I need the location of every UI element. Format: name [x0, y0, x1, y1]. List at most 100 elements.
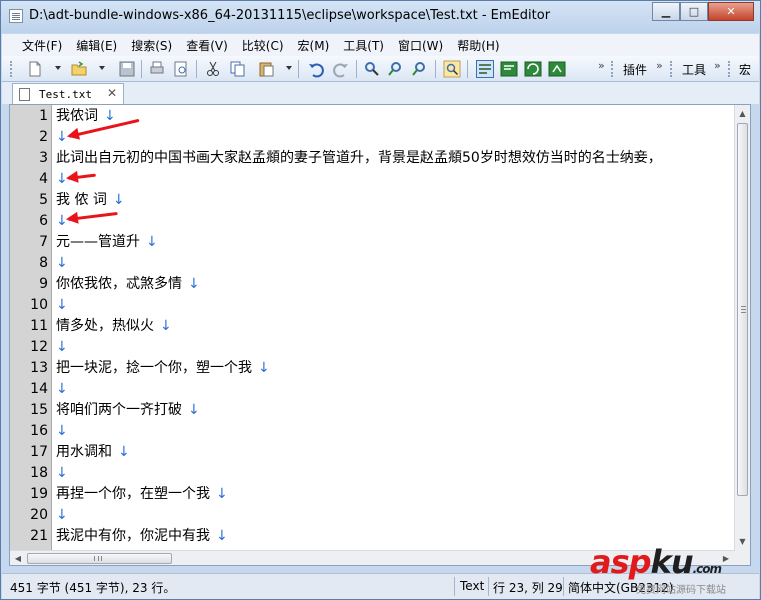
- newline-mark-icon: ↓: [112, 192, 125, 208]
- status-cursor-position[interactable]: 行 23, 列 29: [493, 579, 563, 596]
- find-icon[interactable]: [363, 60, 381, 78]
- toolbar-separator: [435, 60, 436, 78]
- menu-macros[interactable]: 宏(M): [298, 37, 330, 54]
- new-file-icon[interactable]: [26, 60, 44, 78]
- wrap-by-window-icon[interactable]: [500, 60, 518, 78]
- status-summary: 451 字节 (451 字节), 23 行。: [10, 581, 176, 595]
- text-line[interactable]: 我侬词 ↓: [56, 106, 116, 127]
- outline-view-icon[interactable]: [548, 60, 566, 78]
- text-line[interactable]: 你侬我侬，忒煞多情 ↓: [56, 274, 200, 295]
- toolbar-separator: [467, 60, 468, 78]
- text-line[interactable]: ↓: [56, 463, 68, 484]
- toolbar-grip[interactable]: [728, 61, 731, 77]
- word-wrap-icon[interactable]: [476, 60, 494, 78]
- text-line[interactable]: ↓: [56, 379, 68, 400]
- text-line[interactable]: ↓: [56, 505, 68, 526]
- line-text: 把一块泥，捻一个你，塑一个我: [56, 360, 252, 376]
- paste-icon[interactable]: [257, 60, 275, 78]
- redo-icon[interactable]: [332, 60, 350, 78]
- text-line[interactable]: 将咱们两个一齐打破 ↓: [56, 400, 200, 421]
- text-line[interactable]: 元——管道升 ↓: [56, 232, 158, 253]
- tab-close-icon[interactable]: ✕: [107, 86, 117, 100]
- toolbar-overflow-icon[interactable]: »: [714, 59, 721, 72]
- vertical-scrollbar[interactable]: ▲ ▼: [734, 105, 750, 550]
- watermark-tagline: 免费网站源码下载站: [636, 585, 726, 596]
- toolbar-grip[interactable]: [611, 61, 614, 77]
- vertical-scroll-thumb[interactable]: [737, 123, 748, 496]
- wrap-by-page-icon[interactable]: [524, 60, 542, 78]
- newline-mark-icon: ↓: [56, 507, 68, 523]
- line-number: 5: [39, 192, 48, 208]
- emeditor-app-icon[interactable]: [9, 9, 23, 23]
- highlight-search-icon[interactable]: [443, 60, 461, 78]
- line-number: 3: [39, 150, 48, 166]
- paste-dropdown-icon[interactable]: [286, 66, 292, 70]
- menu-search[interactable]: 搜索(S): [131, 37, 172, 54]
- newline-mark-icon: ↓: [56, 381, 68, 397]
- minimize-button[interactable]: ▁: [652, 2, 680, 21]
- text-line[interactable]: 用水调和 ↓: [56, 442, 130, 463]
- toolbar-overflow-icon[interactable]: »: [656, 59, 663, 72]
- save-icon[interactable]: [118, 60, 136, 78]
- find-previous-icon[interactable]: [411, 60, 429, 78]
- plugins-toolbar-label[interactable]: 插件: [623, 61, 647, 78]
- text-line[interactable]: ↓: [56, 421, 68, 442]
- text-editor[interactable]: 1 2 3 4 5 6 7 8 9 10 11 12 13 14 15 16 17 18 19 20 21 我侬词 ↓ ↓ 此…: [9, 104, 751, 566]
- toolbar-grip[interactable]: [670, 61, 673, 77]
- line-number: 4: [39, 171, 48, 187]
- line-text: 再捏一个你，在塑一个我: [56, 486, 210, 502]
- cut-icon[interactable]: [204, 60, 222, 78]
- tab-test-txt[interactable]: Test.txt ✕: [12, 83, 124, 104]
- title-bar[interactable]: D:\adt-bundle-windows-x86_64-20131115\ec…: [1, 1, 760, 33]
- menu-help[interactable]: 帮助(H): [457, 37, 499, 54]
- horizontal-scroll-thumb[interactable]: [27, 553, 172, 564]
- text-line[interactable]: 此词出自元初的中国书画大家赵孟頫的妻子管道升，背景是赵孟頫50岁时想效仿当时的名…: [56, 148, 662, 169]
- annotation-arrow: [67, 173, 96, 180]
- print-preview-icon[interactable]: [172, 60, 190, 78]
- print-icon[interactable]: [148, 60, 166, 78]
- menu-edit[interactable]: 编辑(E): [76, 37, 117, 54]
- text-line[interactable]: ↓: [56, 295, 68, 316]
- text-line[interactable]: 把一块泥，捻一个你，塑一个我 ↓: [56, 358, 270, 379]
- find-next-icon[interactable]: [387, 60, 405, 78]
- close-button[interactable]: ✕: [708, 2, 754, 21]
- tools-toolbar-label[interactable]: 工具: [682, 61, 706, 78]
- status-mode[interactable]: Text: [460, 579, 484, 593]
- scroll-up-icon[interactable]: ▲: [735, 105, 750, 121]
- new-file-dropdown-icon[interactable]: [55, 66, 61, 70]
- text-line[interactable]: ↓: [56, 337, 68, 358]
- open-folder-icon[interactable]: [70, 60, 88, 78]
- newline-mark-icon: ↓: [56, 423, 68, 439]
- maximize-button[interactable]: □: [680, 2, 708, 21]
- text-line[interactable]: ↓: [56, 253, 68, 274]
- menu-compare[interactable]: 比较(C): [242, 37, 284, 54]
- text-line[interactable]: 我泥中有你，你泥中有我 ↓: [56, 526, 228, 547]
- newline-mark-icon: ↓: [160, 318, 172, 334]
- line-number: 14: [30, 381, 48, 397]
- undo-icon[interactable]: [307, 60, 325, 78]
- toolbar-grip[interactable]: [10, 61, 13, 77]
- text-line[interactable]: 我 侬 词 ↓: [56, 190, 125, 211]
- text-line[interactable]: 再捏一个你，在塑一个我 ↓: [56, 484, 228, 505]
- toolbar-overflow-icon[interactable]: »: [598, 59, 605, 72]
- newline-mark-icon: ↓: [216, 528, 228, 544]
- menu-file[interactable]: 文件(F): [22, 37, 62, 54]
- window-controls: ▁ □ ✕: [652, 2, 754, 21]
- line-number: 6: [39, 213, 48, 229]
- menu-tools[interactable]: 工具(T): [343, 37, 384, 54]
- macros-toolbar-label[interactable]: 宏: [739, 61, 751, 78]
- scroll-left-icon[interactable]: ◀: [10, 551, 26, 565]
- line-text: 我泥中有你，你泥中有我: [56, 528, 210, 544]
- newline-mark-icon: ↓: [146, 234, 158, 250]
- text-line[interactable]: 情多处，热似火 ↓: [56, 316, 172, 337]
- copy-icon[interactable]: [228, 60, 246, 78]
- tab-label: Test.txt: [39, 88, 92, 101]
- menu-bar: 文件(F) 编辑(E) 搜索(S) 查看(V) 比较(C) 宏(M) 工具(T)…: [2, 34, 759, 56]
- menu-window[interactable]: 窗口(W): [398, 37, 443, 54]
- line-number-gutter: 1 2 3 4 5 6 7 8 9 10 11 12 13 14 15 16 17 18 19 20 21: [10, 105, 52, 550]
- open-folder-dropdown-icon[interactable]: [99, 66, 105, 70]
- line-number: 17: [30, 444, 48, 460]
- line-number: 1: [39, 108, 48, 124]
- menu-view[interactable]: 查看(V): [186, 37, 228, 54]
- status-divider: [563, 577, 564, 596]
